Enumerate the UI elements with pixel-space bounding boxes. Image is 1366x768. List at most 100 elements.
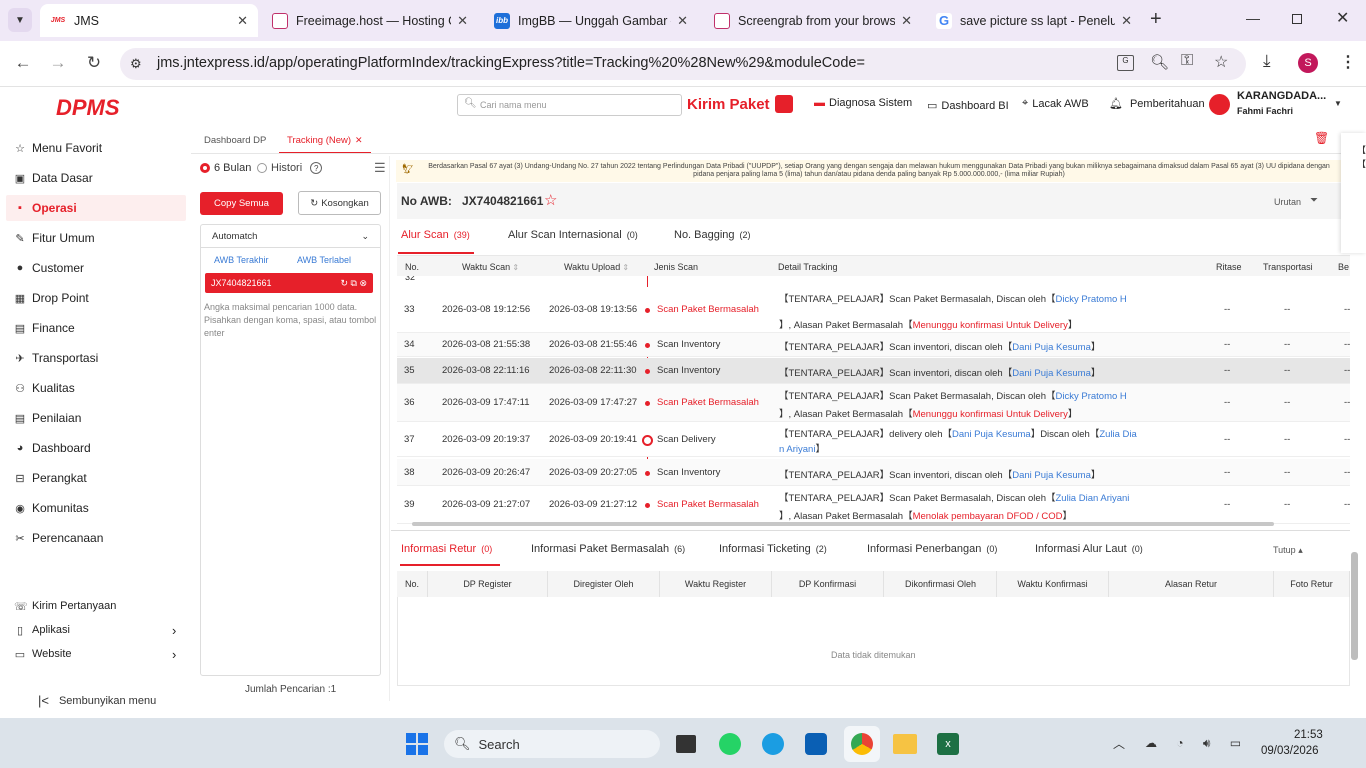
detail-operator-link[interactable]: Dicky Pratomo H [1056, 391, 1127, 402]
table-row[interactable]: 33 2026-03-08 19:12:56 2026-03-08 19:13:56… [397, 287, 1350, 333]
task-view-icon[interactable] [676, 735, 696, 753]
collapse-button[interactable]: Tutup ▴ [1273, 545, 1303, 556]
edge-icon[interactable] [762, 733, 784, 755]
sidebar-bottom-kirim-pertanyaan[interactable]: ☏ Kirim Pertanyaan [14, 597, 184, 615]
detail-operator-link[interactable]: Dani Puja Kesuma [1012, 368, 1091, 379]
browser-tab-screengrab[interactable]: Screengrab from your brows ✕ [704, 4, 922, 37]
browser-tab-freeimage[interactable]: Freeimage.host — Hosting G ✕ [262, 4, 478, 37]
bookmark-star-icon[interactable]: ☆ [1214, 52, 1228, 72]
browser-menu-icon[interactable]: ⋮ [1340, 52, 1356, 72]
outlook-icon[interactable] [805, 733, 827, 755]
sidebar-item-operasi[interactable]: ▪ Operasi [6, 195, 186, 221]
horizontal-scrollbar[interactable] [412, 522, 1274, 526]
clock-date[interactable]: 09/03/2026 [1261, 745, 1319, 757]
close-icon[interactable]: ✕ [237, 13, 248, 29]
table-row[interactable]: 39 2026-03-09 21:27:07 2026-03-09 21:27:12… [397, 486, 1350, 524]
sidebar-item-transportasi[interactable]: ✈ Transportasi [14, 349, 98, 367]
tab-awb-terlabel[interactable]: AWB Terlabel [297, 255, 351, 265]
dashboard-bi-link[interactable]: ▭ Dashboard BI [927, 99, 1009, 113]
list-toggle-icon[interactable]: ☰ [374, 160, 386, 176]
chrome-icon[interactable] [844, 726, 880, 762]
lacak-awb-link[interactable]: ⌖ Lacak AWB [1022, 97, 1089, 110]
scan-tab-0[interactable]: Alur Scan (39) [398, 229, 474, 254]
sidebar-item-penilaian[interactable]: ▤ Penilaian [14, 409, 82, 427]
windows-start-icon[interactable] [406, 733, 428, 755]
scan-tab-2[interactable]: No. Bagging (2) [674, 229, 751, 241]
close-icon[interactable]: ✕ [457, 13, 468, 29]
taskbar-search[interactable]: 🔍︎ Search [444, 730, 660, 758]
trash-icon[interactable]: 🗑︎ [1314, 131, 1329, 145]
sidebar-item-data-dasar[interactable]: ▣ Data Dasar [14, 169, 93, 187]
info-tab-4[interactable]: Informasi Alur Laut (0) [1035, 543, 1143, 555]
reload-icon[interactable]: ↻ [81, 50, 107, 76]
diagnosa-sistem-link[interactable]: ▬ Diagnosa Sistem [814, 97, 912, 109]
browser-tab-imgbb[interactable]: ibb ImgBB — Unggah Gambar — ✕ [484, 4, 698, 37]
remove-icon[interactable]: ⊗ [359, 278, 367, 288]
whatsapp-icon[interactable] [719, 733, 741, 755]
sidebar-item-perangkat[interactable]: ⊟ Perangkat [14, 469, 86, 487]
info-tab-2[interactable]: Informasi Ticketing (2) [719, 543, 827, 555]
notification-link[interactable]: 🔔︎ Pemberitahuan [1109, 97, 1205, 111]
hide-menu-button[interactable]: |< Sembunyikan menu [38, 693, 156, 708]
user-name[interactable]: KARANGDADA... [1237, 90, 1326, 102]
detail-operator-link[interactable]: Zulia Dian Ariyani [1056, 493, 1130, 504]
url-text[interactable]: jms.jntexpress.id/app/operatingPlatformI… [157, 55, 865, 71]
right-float-card[interactable]: 【【 [1341, 133, 1366, 253]
new-tab-button[interactable]: + [1150, 8, 1162, 31]
site-settings-icon[interactable]: ⚙ [130, 56, 142, 72]
excel-icon[interactable]: x [937, 733, 959, 755]
detail-operator-link[interactable]: Zulia Dia [1099, 429, 1137, 440]
copy-all-button[interactable]: Copy Semua [200, 192, 283, 215]
detail-operator-link[interactable]: Dani Puja Kesuma [1012, 342, 1091, 353]
awb-chip[interactable]: JX7404821661 ↻ ⧉ ⊗ [205, 273, 373, 293]
password-key-icon[interactable]: ⚿ [1181, 52, 1193, 70]
favorite-star-icon[interactable]: ☆ [544, 191, 557, 209]
minimize-icon[interactable]: — [1246, 10, 1260, 26]
sidebar-item-komunitas[interactable]: ◉ Komunitas [14, 499, 89, 517]
table-row[interactable]: 36 2026-03-09 17:47:11 2026-03-09 17:47:27… [397, 384, 1350, 422]
file-explorer-icon[interactable] [893, 734, 917, 754]
clock-time[interactable]: 21:53 [1294, 729, 1323, 741]
browser-tab-google[interactable]: G save picture ss lapt - Penelu ✕ [926, 4, 1142, 37]
tab-list-button[interactable]: ▼ [8, 8, 32, 32]
mode-select[interactable]: Automatch ⌄ [200, 224, 381, 248]
close-icon[interactable]: ✕ [355, 135, 363, 146]
filter-icon[interactable]: ⏷ [1310, 195, 1318, 206]
restore-icon[interactable] [1292, 14, 1302, 24]
back-icon[interactable]: ← [10, 50, 36, 76]
refresh-icon[interactable]: ↻ [340, 278, 348, 288]
kirim-paket-button[interactable]: Kirim Paket [687, 95, 793, 113]
scan-col-header[interactable]: Waktu Scan ⇕ [462, 262, 519, 272]
sidebar-item-perencanaan[interactable]: ✂ Perencanaan [14, 529, 103, 547]
detail-operator-link[interactable]: Dani Puja Kesuma [1012, 470, 1091, 481]
table-row[interactable]: 38 2026-03-09 20:26:47 2026-03-09 20:27:05… [397, 459, 1350, 486]
table-row[interactable]: 35 2026-03-08 22:11:16 2026-03-08 22:11:30… [397, 358, 1350, 384]
user-avatar[interactable] [1209, 94, 1230, 115]
close-icon[interactable]: ✕ [901, 13, 912, 29]
sidebar-item-finance[interactable]: ▤ Finance [14, 319, 75, 337]
tray-chevron-icon[interactable]: ︿ [1113, 735, 1125, 752]
menu-search-input[interactable]: 🔍︎ Cari nama menu [457, 94, 682, 116]
close-icon[interactable]: ✕ [677, 13, 688, 29]
table-row[interactable]: 37 2026-03-09 20:19:37 2026-03-09 20:19:41… [397, 422, 1350, 457]
info-tab-0[interactable]: Informasi Retur (0) [400, 543, 500, 566]
radio-6-bulan[interactable]: 6 Bulan [200, 162, 251, 174]
tab-dashboard-dp[interactable]: Dashboard DP [204, 135, 266, 146]
copy-icon[interactable]: ⧉ [351, 278, 357, 288]
info-tab-1[interactable]: Informasi Paket Bermasalah (6) [531, 543, 685, 555]
info-tab-3[interactable]: Informasi Penerbangan (0) [867, 543, 997, 555]
translate-icon[interactable]: G [1117, 55, 1134, 71]
sidebar-item-fitur-umum[interactable]: ✎ Fitur Umum [14, 229, 94, 247]
detail-operator-link[interactable]: Dicky Pratomo H [1056, 294, 1127, 305]
user-dropdown-icon[interactable]: ▼ [1334, 99, 1342, 108]
sort-label[interactable]: Urutan [1274, 197, 1301, 207]
radio-histori[interactable]: Histori ? [257, 162, 323, 174]
vertical-scrollbar[interactable] [1351, 552, 1358, 660]
download-icon[interactable]: ⤓ [1263, 51, 1271, 71]
clear-button[interactable]: ↻ Kosongkan [298, 191, 381, 215]
sidebar-item-drop-point[interactable]: ▦ Drop Point [14, 289, 89, 307]
sidebar-bottom-aplikasi[interactable]: ▯ Aplikasi › [14, 621, 184, 639]
window-close-icon[interactable]: ✕ [1336, 8, 1349, 28]
scan-tab-1[interactable]: Alur Scan Internasional (0) [508, 229, 638, 241]
browser-tab-jms[interactable]: JMS JMS ✕ [40, 4, 258, 37]
